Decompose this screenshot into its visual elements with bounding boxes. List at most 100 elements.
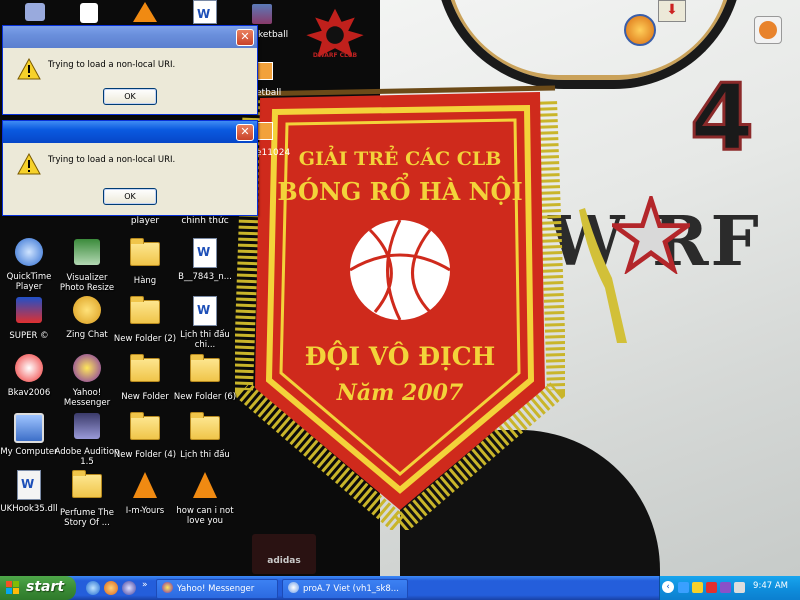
file-icon[interactable] xyxy=(257,122,273,140)
partial-label-3: e11024 xyxy=(256,148,291,158)
desktop-icon-visualizer[interactable]: Visualizer Photo Resize xyxy=(54,236,120,293)
clock: 9:47 AM xyxy=(753,581,788,591)
icon-label: how can i not love you xyxy=(176,506,234,526)
vlc-icon xyxy=(133,472,157,498)
app-icon xyxy=(80,3,98,23)
close-button[interactable]: ✕ xyxy=(236,124,254,141)
task-browser[interactable]: proA.7 Viet (vh1_sk8... xyxy=(282,579,408,599)
pennant-line2: BÓNG RỔ HÀ NỘI xyxy=(277,172,522,206)
icon-label: New Folder (6) xyxy=(173,392,237,402)
desktop-icon-perfume[interactable]: Perfume The Story Of ... xyxy=(54,468,120,528)
desktop-icon-lich-thi-dau-chi[interactable]: Lịch thi đấu chi... xyxy=(172,294,238,350)
icon-label: New Folder (2) xyxy=(113,334,177,344)
system-tray: ‹ 9:47 AM xyxy=(659,576,800,600)
close-button[interactable]: ✕ xyxy=(236,29,254,46)
desktop-icon-quicktime[interactable]: QuickTime Player xyxy=(0,236,62,292)
taskbar: start » Yahoo! Messenger proA.7 Viet (vh… xyxy=(0,576,800,600)
desktop-icon-top-4[interactable] xyxy=(172,0,238,24)
quicktime-icon xyxy=(15,238,43,266)
yahoo-icon xyxy=(162,582,173,593)
icon-label: QuickTime Player xyxy=(6,272,52,292)
basketball-app-icon[interactable] xyxy=(624,14,656,46)
desktop-icon-i-m-yours[interactable]: I-m-Yours xyxy=(112,468,178,516)
photo-resize-icon xyxy=(74,239,100,265)
icon-label: Adobe Audition 1.5 xyxy=(54,447,120,467)
dialog-titlebar[interactable]: ✕ xyxy=(3,121,257,143)
desktop-icon-new-folder-4[interactable]: New Folder (4) xyxy=(112,410,178,460)
file-icon[interactable] xyxy=(257,62,273,80)
task-label: Yahoo! Messenger xyxy=(177,584,255,594)
volume-icon[interactable] xyxy=(734,582,745,593)
icon-label: UKHook35.dll xyxy=(0,504,58,514)
dialog-message: Trying to load a non-local URI. xyxy=(48,155,176,165)
vlc-icon xyxy=(193,472,217,498)
desktop-icon-new-folder[interactable]: New Folder xyxy=(112,352,178,402)
desktop-icon-my-computer[interactable]: My Computer xyxy=(0,410,62,457)
desktop-icon-new-folder-2[interactable]: New Folder (2) xyxy=(112,294,178,344)
winrar-icon[interactable] xyxy=(252,4,272,24)
partial-label-2: etball xyxy=(256,88,282,98)
network-icon[interactable] xyxy=(678,582,689,593)
desktop-icon-ukhook[interactable]: UKHook35.dll xyxy=(0,468,62,514)
folder-icon xyxy=(190,412,220,440)
icon-label: New Folder xyxy=(121,392,169,402)
recycle-bin-icon xyxy=(25,3,45,21)
icon-label: Bkav2006 xyxy=(7,388,51,398)
desktop-icon-super[interactable]: SUPER © xyxy=(0,294,62,341)
pennant-tassel xyxy=(579,208,627,343)
vlc-icon xyxy=(133,2,157,22)
quick-launch-expand-icon[interactable]: » xyxy=(142,580,148,590)
download-arrow-icon[interactable]: ⬇ xyxy=(658,0,686,22)
dialog-message: Trying to load a non-local URI. xyxy=(48,60,176,70)
folder-icon xyxy=(190,354,220,382)
task-yahoo-messenger[interactable]: Yahoo! Messenger xyxy=(156,579,278,599)
desktop-icon-yahoo[interactable]: Yahoo! Messenger xyxy=(54,352,120,408)
alert-dialog-1: ✕ Trying to load a non-local URI. OK xyxy=(2,25,258,115)
dll-icon xyxy=(17,470,41,500)
start-button[interactable]: start xyxy=(0,576,76,600)
ok-button[interactable]: OK xyxy=(103,88,157,105)
icon-label: Zing Chat xyxy=(66,330,108,340)
alert-dialog-2: ✕ Trying to load a non-local URI. OK xyxy=(2,120,258,216)
yahoo-icon xyxy=(73,354,101,382)
firefox-icon[interactable] xyxy=(104,581,118,595)
task-label: proA.7 Viet (vh1_sk8... xyxy=(303,584,399,594)
folder-icon xyxy=(130,354,160,382)
word-doc-icon xyxy=(193,238,217,268)
app-shortcut-icon[interactable] xyxy=(754,16,782,44)
folder-icon xyxy=(130,238,160,266)
icon-label: Yahoo! Messenger xyxy=(63,388,111,408)
bkav-icon xyxy=(15,354,43,382)
ok-button[interactable]: OK xyxy=(103,188,157,205)
icon-label: I-m-Yours xyxy=(125,506,165,516)
desktop-icon-lich-thi-dau[interactable]: Lịch thi đấu xyxy=(172,410,238,460)
adidas-text: adidas xyxy=(267,556,301,566)
folder-icon xyxy=(72,470,102,498)
tray-expand-icon[interactable]: ‹ xyxy=(662,581,674,593)
desktop-icon-b-7843[interactable]: B__7843_n... xyxy=(172,236,238,282)
ie-icon[interactable] xyxy=(86,581,100,595)
desktop-icon-new-folder-6[interactable]: New Folder (6) xyxy=(172,352,238,402)
desktop-icon-how-can-i-not-love-you[interactable]: how can i not love you xyxy=(172,468,238,526)
icon-label: B__7843_n... xyxy=(178,272,232,282)
desktop-icon-zing-chat[interactable]: Zing Chat xyxy=(54,294,120,340)
club-logo-text: DWARF CLUB xyxy=(312,52,358,59)
desktop-icon-hang[interactable]: Hàng xyxy=(112,236,178,286)
antivirus-icon[interactable] xyxy=(706,582,717,593)
icon-label: Lịch thi đấu xyxy=(180,450,230,460)
desktop-icon-top-3[interactable] xyxy=(112,0,178,22)
media-icon[interactable] xyxy=(122,581,136,595)
desktop-icon-adobe-audition[interactable]: Adobe Audition 1.5 xyxy=(54,410,120,467)
word-doc-icon xyxy=(193,0,217,24)
folder-icon xyxy=(130,412,160,440)
super-icon xyxy=(16,297,42,323)
icon-label: Visualizer Photo Resize xyxy=(59,273,115,293)
warning-icon xyxy=(17,58,41,80)
folder-icon xyxy=(130,296,160,324)
desktop-icon-bkav[interactable]: Bkav2006 xyxy=(0,352,62,398)
messenger-tray-icon[interactable] xyxy=(720,582,731,593)
icon-label: Lịch thi đấu chi... xyxy=(180,330,230,350)
dialog-titlebar[interactable]: ✕ xyxy=(3,26,257,48)
security-icon[interactable] xyxy=(692,582,703,593)
pennant: GIẢI TRẺ CÁC CLB BÓNG RỔ HÀ NỘI ĐỘI VÔ Đ… xyxy=(235,85,565,530)
